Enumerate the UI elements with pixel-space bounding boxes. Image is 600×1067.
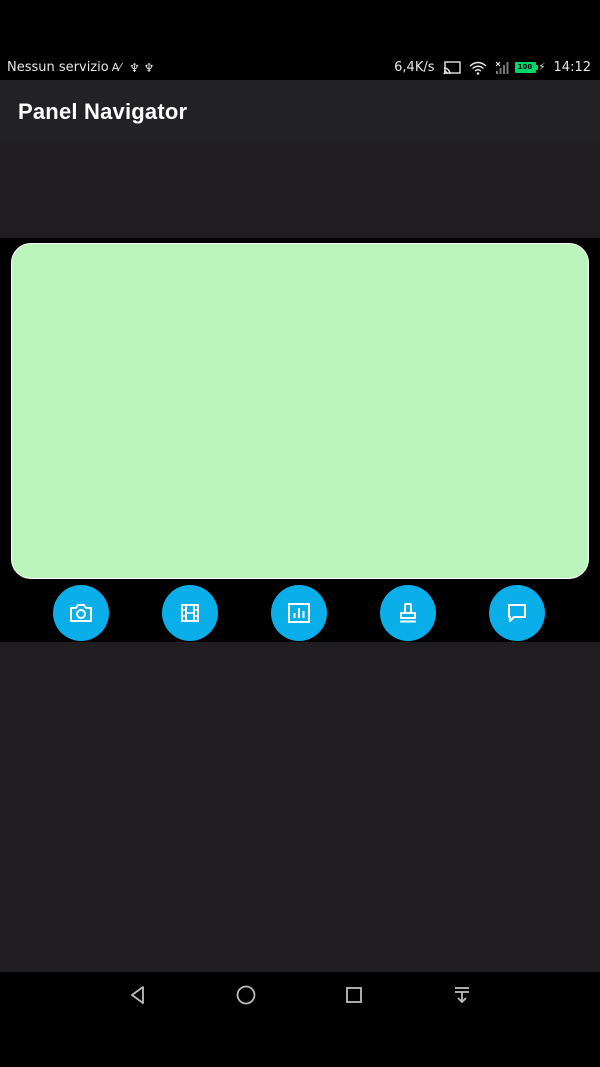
- camera-button[interactable]: [53, 585, 109, 641]
- navigation-bar: [0, 972, 600, 1067]
- bottom-spacer: [0, 642, 600, 972]
- battery-tip: [535, 65, 538, 70]
- no-sim-signal-icon: A⁄: [111, 61, 122, 74]
- charging-icon: ⚡: [538, 62, 546, 73]
- bar-chart-icon: [288, 603, 310, 623]
- net-speed-text: 6,4K/s: [394, 60, 435, 75]
- screen: Nessun servizio A⁄ ♆ ♆ 6,4K/s 100 ⚡ 14:1…: [0, 0, 600, 1067]
- back-icon: [131, 986, 144, 1004]
- carrier-text: Nessun servizio: [7, 60, 109, 75]
- status-right: 6,4K/s 100 ⚡ 14:12: [386, 60, 591, 75]
- stamp-icon: [400, 603, 416, 623]
- page-title: Panel Navigator: [18, 99, 188, 124]
- home-icon: [236, 985, 256, 1005]
- recents-button[interactable]: [339, 980, 369, 1010]
- comment-button[interactable]: [489, 585, 545, 641]
- cell-signal-icon: [495, 61, 509, 75]
- chart-button[interactable]: [271, 585, 327, 641]
- usb-icon: ♆ ♆: [129, 60, 155, 75]
- status-bar: Nessun servizio A⁄ ♆ ♆ 6,4K/s 100 ⚡ 14:1…: [0, 0, 600, 80]
- camera-icon: [70, 604, 92, 622]
- home-button[interactable]: [231, 980, 261, 1010]
- panel-card[interactable]: [11, 243, 589, 579]
- back-button[interactable]: [123, 980, 153, 1010]
- notification-pull-button[interactable]: [447, 980, 477, 1010]
- notification-pull-icon: [455, 987, 469, 1004]
- status-left: Nessun servizio A⁄ ♆ ♆: [7, 60, 154, 75]
- top-spacer: [0, 143, 600, 238]
- recents-icon: [346, 987, 362, 1003]
- comment-icon: [508, 604, 526, 622]
- film-button[interactable]: [162, 585, 218, 641]
- battery-icon: 100 ⚡: [514, 62, 546, 73]
- cast-icon: [442, 60, 461, 75]
- film-icon: [181, 604, 199, 622]
- battery-level: 100: [514, 62, 536, 73]
- wifi-icon: [469, 61, 487, 75]
- clock-text: 14:12: [553, 60, 591, 75]
- stamp-button[interactable]: [380, 585, 436, 641]
